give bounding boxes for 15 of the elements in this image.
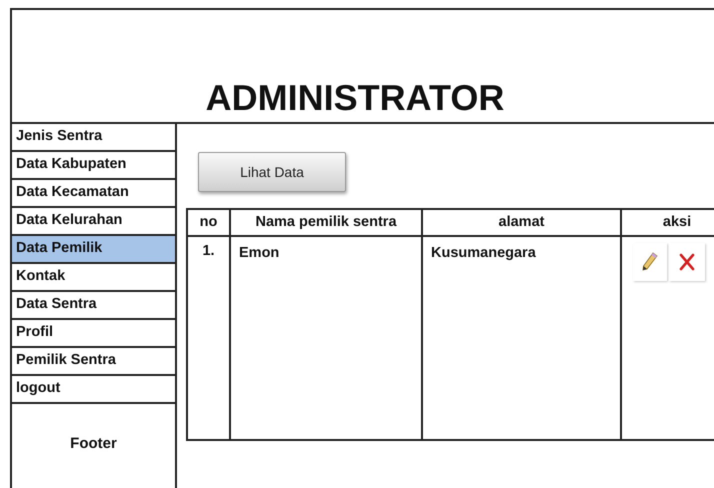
edit-button[interactable] — [633, 243, 667, 281]
column-header: alamat — [423, 210, 622, 235]
table-cell: Emon — [239, 245, 280, 261]
sidebar-item[interactable]: Data Pemilik — [12, 236, 175, 264]
pencil-icon — [641, 251, 659, 273]
table-cell-text: 1. — [202, 242, 215, 261]
page-title: ADMINISTRATOR — [206, 80, 504, 116]
footer-text: Footer — [70, 434, 117, 454]
column-header: Nama pemilik sentra — [231, 210, 423, 235]
table-cell: Kusumanegara — [431, 245, 536, 261]
view-data-button[interactable]: Lihat Data — [198, 152, 346, 192]
column-header: no — [188, 210, 231, 235]
column-header: aksi — [662, 212, 692, 232]
delete-button[interactable] — [669, 243, 705, 281]
close-icon — [679, 253, 695, 271]
